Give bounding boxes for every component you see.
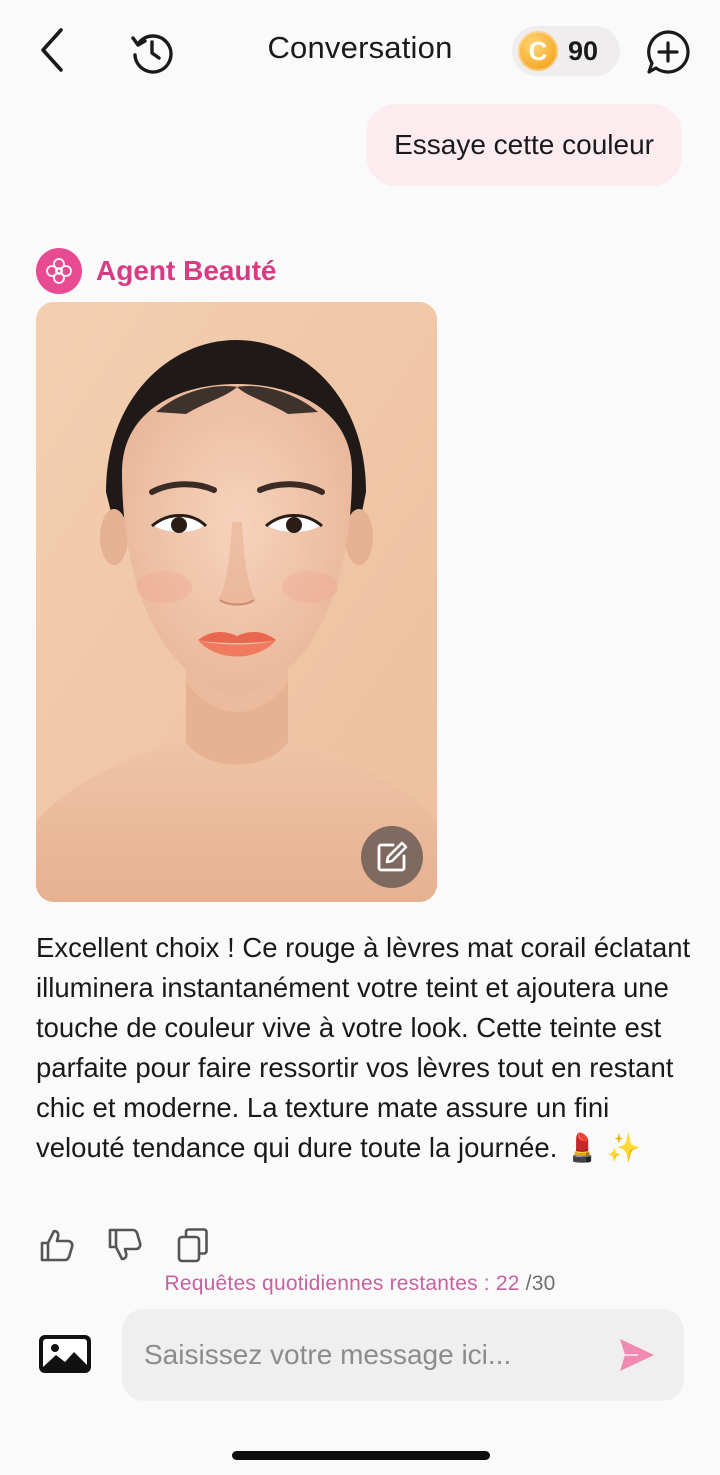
image-icon	[39, 1335, 91, 1373]
message-actions	[36, 1222, 214, 1268]
new-chat-button[interactable]	[640, 24, 696, 80]
daily-quota-text: Requêtes quotidiennes restantes : 22 /30	[0, 1272, 720, 1296]
history-clock-icon	[131, 34, 173, 74]
copy-icon	[177, 1228, 208, 1263]
send-icon	[620, 1339, 654, 1371]
generated-portrait-image[interactable]	[36, 302, 437, 902]
agent-message-text: Excellent choix ! Ce rouge à lèvres mat …	[36, 932, 691, 1163]
back-button[interactable]	[26, 22, 78, 78]
user-message-bubble: Essaye cette couleur	[366, 104, 682, 186]
dislike-button[interactable]	[104, 1222, 146, 1268]
send-button[interactable]	[618, 1337, 656, 1373]
thumbs-up-icon	[40, 1229, 74, 1262]
coin-balance[interactable]: C 90	[512, 26, 620, 76]
flower-icon	[46, 258, 72, 284]
top-bar: Conversation C 90	[0, 0, 720, 100]
copy-button[interactable]	[172, 1222, 214, 1268]
coin-icon: C	[518, 31, 558, 71]
message-composer	[122, 1309, 684, 1401]
user-message-text: Essaye cette couleur	[394, 129, 654, 160]
attach-image-button[interactable]	[36, 1330, 94, 1378]
history-button[interactable]	[124, 24, 180, 80]
edit-icon	[377, 841, 408, 872]
chat-plus-icon	[647, 30, 690, 74]
chevron-left-icon	[41, 28, 63, 72]
message-input[interactable]	[144, 1339, 584, 1371]
home-indicator[interactable]	[232, 1451, 490, 1460]
portrait-illustration	[36, 302, 437, 902]
thumbs-down-icon	[108, 1228, 142, 1261]
quota-total: /30	[519, 1272, 556, 1295]
agent-name: Agent Beauté	[96, 255, 277, 286]
agent-avatar	[36, 248, 82, 294]
edit-image-button[interactable]	[361, 826, 423, 888]
quota-remaining: Requêtes quotidiennes restantes : 22	[164, 1272, 520, 1295]
like-button[interactable]	[36, 1222, 78, 1268]
agent-header: Agent Beauté	[36, 248, 276, 294]
coin-count: 90	[568, 35, 599, 66]
